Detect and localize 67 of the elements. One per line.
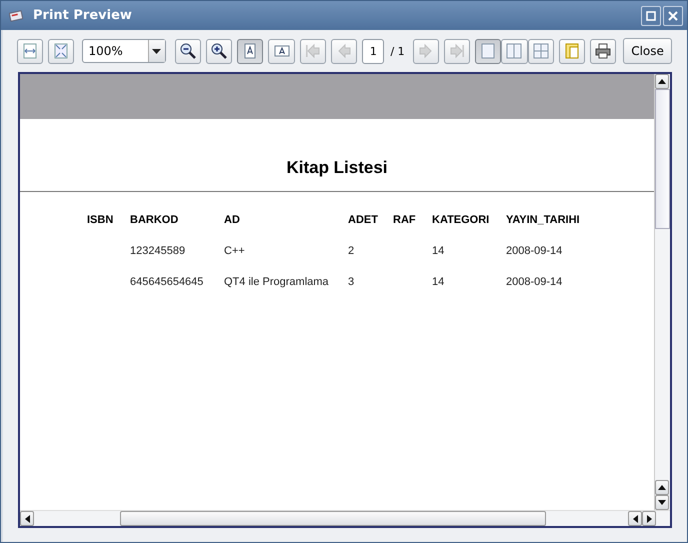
zoom-in-button[interactable]: [206, 38, 232, 64]
vertical-scrollbar[interactable]: [654, 74, 670, 510]
close-button[interactable]: [663, 6, 683, 26]
page-setup-icon: [562, 42, 581, 60]
column-header: ADET: [348, 214, 378, 226]
scroll-left-button[interactable]: [628, 511, 642, 526]
zoom-out-button[interactable]: [174, 38, 202, 64]
scroll-thumb[interactable]: [655, 89, 670, 229]
portrait-button[interactable]: [237, 38, 264, 64]
page-number-field[interactable]: 1: [362, 38, 384, 64]
landscape-button[interactable]: [268, 38, 295, 64]
column-header: YAYIN_TARIHI: [506, 214, 580, 226]
window-icon: [9, 10, 23, 22]
first-page-icon: [304, 42, 322, 60]
scroll-right-button[interactable]: [642, 511, 656, 526]
two-page-button[interactable]: [501, 38, 528, 64]
scroll-up-button[interactable]: [655, 74, 669, 89]
maximize-icon: [646, 10, 656, 20]
scroll-up-button[interactable]: [655, 480, 669, 495]
single-page-button[interactable]: [475, 38, 502, 64]
down-arrow-icon: [658, 500, 666, 505]
zoom-out-icon: [178, 42, 197, 60]
table-cell: 3: [348, 276, 354, 288]
close-icon: [668, 10, 678, 20]
column-header: RAF: [393, 214, 416, 226]
print-button[interactable]: [590, 38, 616, 64]
table-cell: C++: [224, 245, 245, 257]
window-title: Print Preview: [33, 8, 133, 23]
table-cell: 14: [432, 276, 444, 288]
column-header: AD: [224, 214, 240, 226]
last-page-icon: [448, 42, 466, 60]
up-arrow-icon: [658, 485, 666, 490]
scroll-left-button[interactable]: [20, 511, 34, 526]
right-arrow-icon: [646, 514, 652, 522]
column-header: ISBN: [87, 214, 114, 226]
zoom-combo[interactable]: 100%: [82, 39, 166, 63]
print-icon: [594, 42, 612, 60]
column-header: KATEGORI: [432, 214, 490, 226]
table-cell: 2008-09-14: [506, 245, 562, 257]
table-cell: 2: [348, 245, 354, 257]
fit-page-button[interactable]: [48, 38, 74, 64]
zoom-in-icon: [210, 42, 228, 60]
maximize-button[interactable]: [641, 6, 661, 26]
table-cell: 2008-09-14: [506, 276, 562, 288]
dropdown-arrow-icon: [152, 48, 162, 54]
fit-width-icon: [21, 42, 40, 60]
table-cell: 14: [432, 245, 444, 257]
column-header: BARKOD: [130, 214, 178, 226]
two-page-icon: [505, 42, 524, 60]
left-arrow-icon: [24, 514, 30, 522]
close-preview-button[interactable]: Close: [623, 38, 672, 64]
fit-width-button[interactable]: [17, 38, 44, 64]
table-cell: 645645654645: [130, 276, 204, 288]
left-arrow-icon: [632, 514, 638, 522]
table-cell: 123245589: [130, 245, 186, 257]
page-setup-button[interactable]: [558, 38, 585, 64]
scroll-thumb[interactable]: [120, 511, 546, 526]
table-cell: QT4 ile Programlama: [224, 276, 329, 288]
scroll-down-button[interactable]: [655, 495, 669, 510]
fit-page-icon: [52, 42, 70, 60]
all-pages-button[interactable]: [528, 38, 554, 64]
page-count: / 1: [390, 44, 405, 58]
four-page-icon: [532, 42, 550, 60]
report-title: Kitap Listesi: [285, 158, 389, 179]
horizontal-scrollbar[interactable]: [20, 510, 670, 526]
single-page-icon: [479, 42, 498, 60]
up-arrow-icon: [658, 79, 666, 84]
